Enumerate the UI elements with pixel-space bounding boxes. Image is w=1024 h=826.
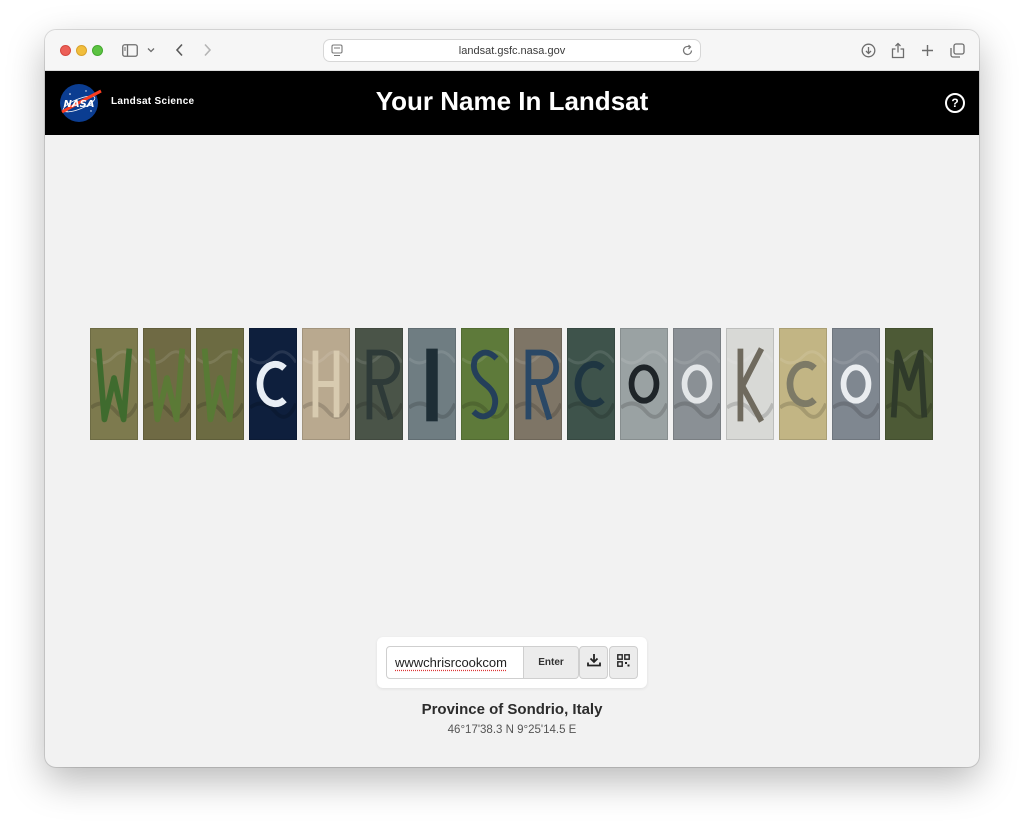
letter-tile[interactable] [514, 328, 562, 440]
maximize-window-button[interactable] [92, 45, 103, 56]
forward-icon[interactable] [200, 41, 214, 59]
letter-tile[interactable] [408, 328, 456, 440]
letter-tile[interactable] [726, 328, 774, 440]
address-url: landsat.gsfc.nasa.gov [458, 44, 566, 57]
sidebar-toggle-icon[interactable] [121, 41, 139, 59]
reload-icon[interactable] [681, 44, 694, 60]
letter-tile[interactable] [673, 328, 721, 440]
share-icon[interactable] [889, 41, 907, 59]
site-header: NASA Landsat Science Your Name In Landsa… [45, 71, 979, 135]
help-button[interactable]: ? [945, 93, 965, 113]
page-icon [331, 44, 343, 60]
browser-window: landsat.gsfc.nasa.gov NASA Landsat Scien… [45, 30, 979, 767]
address-bar[interactable]: landsat.gsfc.nasa.gov [323, 39, 701, 62]
name-input[interactable]: wwwchrisrcookcom [386, 646, 524, 679]
minimize-window-button[interactable] [76, 45, 87, 56]
letter-tile[interactable] [620, 328, 668, 440]
chevron-down-icon[interactable] [146, 41, 156, 59]
page-title: Your Name In Landsat [375, 86, 649, 116]
letter-tile[interactable] [885, 328, 933, 440]
letter-tile[interactable] [90, 328, 138, 440]
new-tab-icon[interactable] [919, 41, 935, 59]
name-entry-panel: wwwchrisrcookcom Enter [377, 637, 647, 688]
back-icon[interactable] [172, 41, 186, 59]
location-name: Province of Sondrio, Italy [421, 701, 603, 718]
qr-code-button[interactable] [609, 646, 638, 679]
letter-tile[interactable] [249, 328, 297, 440]
letter-tile[interactable] [196, 328, 244, 440]
letter-tile[interactable] [143, 328, 191, 440]
letter-tile[interactable] [567, 328, 615, 440]
download-icon [586, 653, 601, 672]
tab-overview-icon[interactable] [948, 41, 966, 59]
downloads-icon[interactable] [859, 41, 877, 59]
browser-toolbar: landsat.gsfc.nasa.gov [45, 30, 979, 71]
location-coordinates: 46°17'38.3 N 9°25'14.5 E [447, 724, 577, 736]
letter-tile[interactable] [461, 328, 509, 440]
letter-tile[interactable] [355, 328, 403, 440]
letter-tile[interactable] [302, 328, 350, 440]
qr-code-icon [617, 653, 630, 672]
letter-tiles-row [90, 328, 934, 441]
download-button[interactable] [579, 646, 608, 679]
close-window-button[interactable] [60, 45, 71, 56]
enter-button[interactable]: Enter [523, 646, 579, 679]
letter-tile[interactable] [832, 328, 880, 440]
letter-tile[interactable] [779, 328, 827, 440]
